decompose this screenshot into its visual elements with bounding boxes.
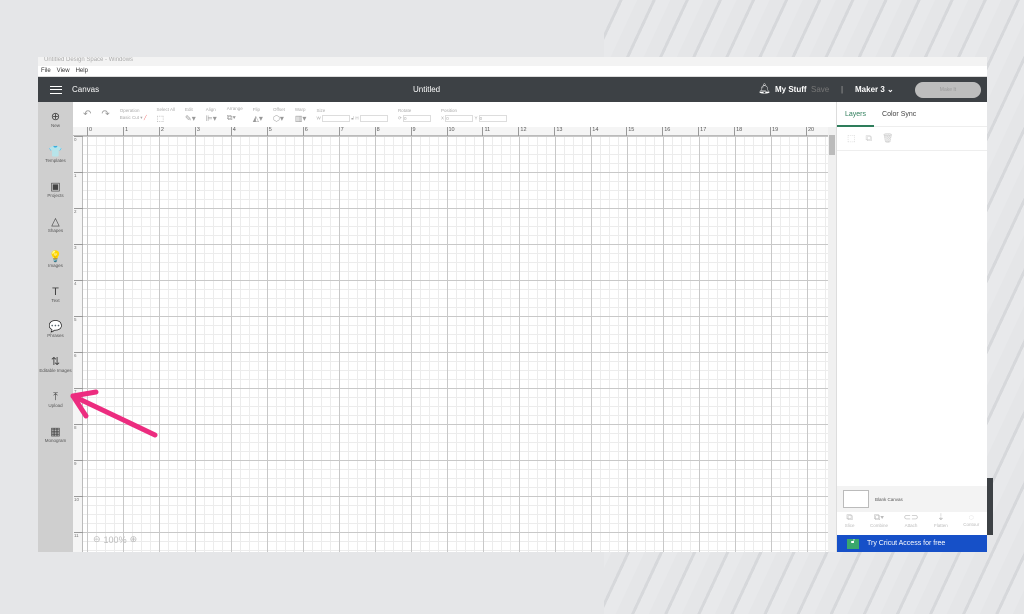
annotation-arrow (70, 389, 158, 438)
